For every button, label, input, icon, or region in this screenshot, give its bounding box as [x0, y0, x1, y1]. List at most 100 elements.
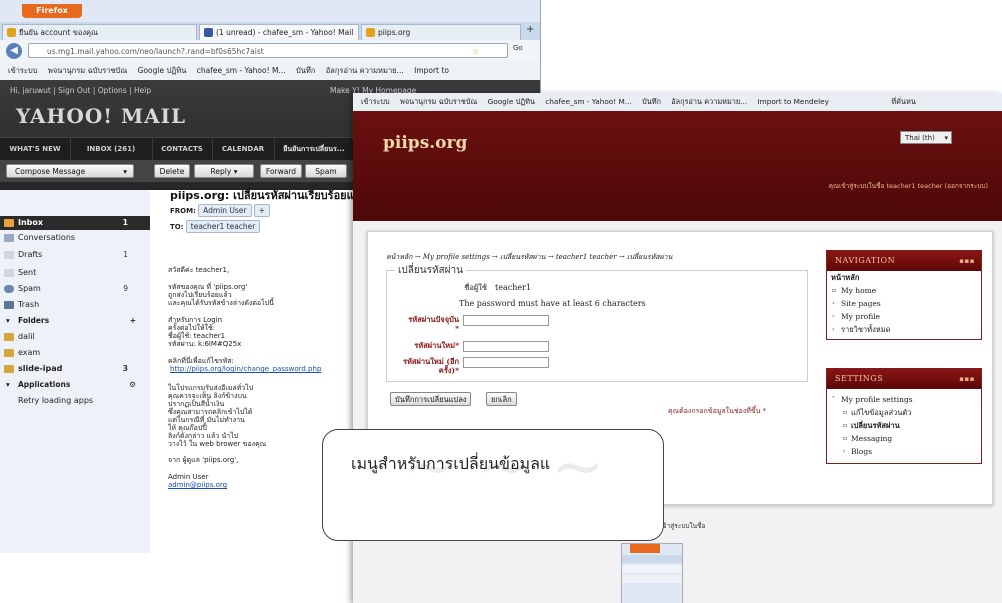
tab-whats-new[interactable]: WHAT'S NEW [0, 138, 71, 160]
settings-blogs[interactable]: › Blogs [827, 445, 981, 463]
applications-header[interactable]: ▾ Applications ⚙ [0, 378, 150, 392]
add-contact-icon[interactable]: + [253, 204, 271, 217]
add-folder-icon[interactable]: + [130, 314, 136, 328]
bookmark-item[interactable]: บันทึก [296, 62, 315, 80]
tab-contacts[interactable]: CONTACTS [152, 138, 213, 160]
folder-conversations[interactable]: Conversations [0, 231, 150, 245]
star-icon[interactable]: ☆ [472, 44, 479, 59]
triangle-down-icon: ▾ [6, 316, 10, 325]
yahoo-mail-logo: YAHOO! MAIL [16, 104, 187, 128]
folder-dalil[interactable]: dalil [0, 330, 150, 344]
new-password-input[interactable] [463, 341, 549, 352]
settings-change-password[interactable]: ▫ เปลี่ยนรหัสผ่าน [827, 419, 981, 432]
language-select[interactable]: Thai (th) ▾ [900, 131, 952, 144]
callout-text: เมนูสำหรับการเปลี่ยนข้อมูลแ [351, 454, 551, 473]
tab-piips[interactable]: piips.org [361, 24, 521, 40]
bookmark-item[interactable]: chafee_sm - Yahoo! M... [197, 62, 286, 80]
chevron-right-icon: › [832, 300, 835, 307]
site-logo[interactable]: piips.org [383, 133, 467, 153]
chevron-down-icon: ▾ [944, 134, 948, 142]
back-arrow-icon[interactable]: ◀ [6, 43, 22, 59]
bullet-icon: ▫ [843, 435, 848, 442]
tab-yahoo-mail[interactable]: (1 unread) - chafee_sm - Yahoo! Mail [199, 24, 359, 40]
bookmark-item[interactable]: Google ปฏิทิน [138, 62, 187, 80]
save-changes-button[interactable]: บันทึกการเปลี่ยนแปลง [390, 392, 472, 406]
fieldset-legend: เปลี่ยนรหัสผ่าน [395, 263, 466, 278]
moodle-favicon-icon [366, 28, 375, 37]
search-engine-box[interactable]: Go [513, 44, 523, 52]
folder-icon [4, 333, 14, 341]
folder-sidebar: Inbox 1 Conversations Drafts 1 Sent Spam 9 … [0, 190, 151, 553]
bookmark-item[interactable]: เข้าระบบ [8, 62, 37, 80]
folder-exam[interactable]: exam [0, 346, 150, 360]
bookmark-item[interactable]: พจนานุกรม ฉบับราชบัณ [400, 93, 477, 111]
compose-button[interactable]: Compose Message ▾ [6, 164, 134, 178]
drafts-icon [4, 251, 14, 259]
bookmark-item[interactable]: ที่คั่นหน [891, 93, 915, 111]
forward-button[interactable]: Forward [260, 164, 302, 178]
tab-verify-account[interactable]: ยืนยัน account ของคุณ [2, 24, 197, 40]
breadcrumb-item[interactable]: เปลี่ยนรหัสผ่าน [500, 253, 545, 261]
folder-drafts[interactable]: Drafts 1 [0, 248, 150, 262]
folder-slide-ipad[interactable]: slide-ipad 3 [0, 362, 150, 376]
folder-sent[interactable]: Sent [0, 266, 150, 280]
admin-email-link[interactable]: admin@piips.org [168, 481, 227, 490]
bookmark-item[interactable]: อัลกุรอ่าน ความหมาย... [326, 62, 404, 80]
bookmark-item[interactable]: Import to [414, 62, 449, 80]
user-links[interactable]: Hi, jaruwut | Sign Out | Options | Help [10, 86, 151, 95]
folder-trash[interactable]: Trash [0, 298, 150, 312]
breadcrumb-item[interactable]: My profile settings [423, 253, 490, 261]
bookmark-item[interactable]: Import to Mendeley [757, 93, 829, 111]
block-controls-icon[interactable]: ▪▪▪ [959, 369, 975, 389]
bookmark-item[interactable]: Google ปฏิทิน [488, 93, 535, 111]
bookmark-item[interactable]: บันทึก [642, 93, 661, 111]
current-password-input[interactable] [463, 315, 549, 326]
bookmark-item[interactable]: chafee_sm - Yahoo! M... [545, 93, 631, 111]
settings-edit-profile[interactable]: ▫ แก้ไขข้อมูลส่วนตัว [827, 406, 981, 419]
required-note: คุณต้องกรอกข้อมูลในช่องที่ขึ้น * [668, 407, 767, 415]
breadcrumb-item[interactable]: teacher1 teacher [556, 253, 617, 261]
nav-site-pages[interactable]: › Site pages [827, 297, 981, 310]
spam-icon [4, 285, 14, 293]
new-tab-icon[interactable]: + [526, 24, 534, 35]
breadcrumb: หน้าหลัก → My profile settings → เปลี่ยน… [386, 253, 673, 261]
spam-button[interactable]: Spam [305, 164, 347, 178]
tab-inbox[interactable]: INBOX (261) [70, 138, 153, 160]
address-bar[interactable]: us.mg1.mail.yahoo.com/neo/launch?.rand=b… [28, 43, 508, 58]
bookmark-item[interactable]: อัลกุรอ่าน ความหมาย... [671, 93, 747, 111]
nav-home[interactable]: หน้าหลัก [827, 271, 981, 284]
bookmark-item[interactable]: พจนานุกรม ฉบับราชบัณ [48, 62, 127, 80]
message-line: วางไว้ ใน web brower ของคุณ [168, 440, 267, 448]
folder-spam[interactable]: Spam 9 [0, 282, 150, 296]
nav-my-profile[interactable]: › My profile [827, 310, 981, 323]
settings-my-profile[interactable]: ˅ My profile settings [827, 393, 981, 406]
confirm-password-input[interactable] [463, 357, 549, 368]
recipient-chip[interactable]: teacher1 teacher [185, 220, 261, 233]
breadcrumb-item[interactable]: หน้าหลัก [386, 253, 412, 261]
tab-calendar[interactable]: CALENDAR [212, 138, 275, 160]
settings-messaging[interactable]: ▫ Messaging [827, 432, 981, 445]
reply-button[interactable]: Reply ▾ [194, 164, 254, 178]
folder-icon [4, 365, 14, 373]
block-controls-icon[interactable]: ▪▪▪ [959, 251, 975, 271]
trash-icon [4, 301, 14, 309]
sender-chip[interactable]: Admin User [198, 204, 252, 217]
login-info[interactable]: คุณเข้าสู่ระบบในชื่อ teacher1 teacher (อ… [829, 181, 988, 191]
folder-inbox[interactable]: Inbox 1 [0, 216, 150, 230]
bullet-icon: ▫ [843, 422, 848, 429]
firefox-menu-button[interactable]: Firefox [22, 4, 82, 18]
nav-all-courses[interactable]: › รายวิชาทั้งหมด [827, 323, 981, 339]
delete-button[interactable]: Delete [154, 164, 190, 178]
retry-apps-link[interactable]: Retry loading apps [0, 394, 150, 408]
bookmark-item[interactable]: เข้าระบบ [361, 93, 390, 111]
gear-icon[interactable]: ⚙ [129, 378, 136, 392]
chevron-right-icon: › [832, 326, 835, 333]
browser-tab-bar: ยืนยัน account ของคุณ (1 unread) - chafe… [0, 22, 540, 40]
cancel-button[interactable]: ยกเลิก [486, 392, 517, 406]
change-password-link[interactable]: http://piips.org/login/change_password.p… [170, 365, 321, 374]
site-header: piips.org Thai (th) ▾ คุณเข้าสู่ระบบในชื่… [353, 111, 1002, 221]
folders-header[interactable]: ▾ Folders + [0, 314, 150, 328]
nav-my-home[interactable]: ▫ My home [827, 284, 981, 297]
tab-message[interactable]: ยืนยันการเปลี่ยนร... [274, 138, 355, 160]
bullet-icon: ▫ [843, 409, 848, 416]
